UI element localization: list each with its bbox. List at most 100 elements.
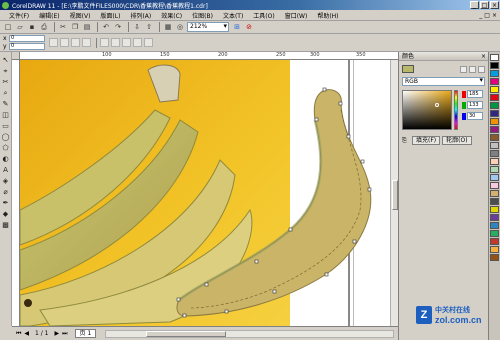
menu-text[interactable]: 文本(T): [218, 11, 248, 20]
open-file-icon[interactable]: ▱: [15, 22, 25, 32]
vertical-ruler[interactable]: [12, 60, 20, 326]
print-icon[interactable]: ⎙: [39, 22, 49, 32]
palette-color-swatch[interactable]: [490, 214, 499, 221]
menu-file[interactable]: 文件(F): [4, 11, 34, 20]
corel-online-icon[interactable]: ◎: [175, 22, 185, 32]
fill-button[interactable]: 填充(F): [412, 136, 441, 145]
palette-color-swatch[interactable]: [490, 222, 499, 229]
interactive-blend-icon[interactable]: ◈: [1, 177, 10, 186]
menu-layout[interactable]: 版面(L): [95, 11, 125, 20]
menu-window[interactable]: 窗口(W): [280, 11, 313, 20]
banana-vector-shape[interactable]: [165, 80, 390, 326]
palette-color-swatch[interactable]: [490, 62, 499, 69]
menu-help[interactable]: 帮助(H): [312, 11, 343, 20]
color-viewer-icon[interactable]: [460, 65, 467, 73]
auto-apply-icon[interactable]: ⎘: [402, 137, 410, 145]
first-page-icon[interactable]: ⏮: [16, 330, 21, 338]
maximize-button[interactable]: □: [480, 1, 489, 9]
palette-color-swatch[interactable]: [490, 126, 499, 133]
horizontal-scrollbar[interactable]: [105, 329, 394, 338]
ellipse-tool-icon[interactable]: ◯: [1, 133, 10, 142]
fill-tool-icon[interactable]: ◆: [1, 210, 10, 219]
previous-page-icon[interactable]: ◀: [24, 330, 29, 337]
freehand-tool-icon[interactable]: ✎: [1, 100, 10, 109]
zoom-tool-icon[interactable]: ⌕: [1, 89, 10, 98]
minimize-button[interactable]: _: [470, 1, 479, 9]
cusp-node-icon[interactable]: [122, 38, 131, 47]
next-page-icon[interactable]: ▶: [55, 330, 60, 337]
palette-color-swatch[interactable]: [490, 174, 499, 181]
palette-color-swatch[interactable]: [490, 230, 499, 237]
interactive-fill-icon[interactable]: ▩: [1, 221, 10, 230]
green-value-input[interactable]: 133: [467, 101, 483, 109]
menu-arrange[interactable]: 排列(A): [125, 11, 156, 20]
palette-color-swatch[interactable]: [490, 182, 499, 189]
shape-tool-icon[interactable]: ⌖: [1, 67, 10, 76]
node-add-icon[interactable]: [49, 38, 58, 47]
palette-color-swatch[interactable]: [490, 166, 499, 173]
to-curve-icon[interactable]: [111, 38, 120, 47]
color-field[interactable]: [402, 90, 452, 130]
eyedropper-tool-icon[interactable]: ⌀: [1, 188, 10, 197]
palette-color-swatch[interactable]: [490, 70, 499, 77]
page-tab[interactable]: 页 1: [74, 329, 97, 338]
menu-tools[interactable]: 工具(O): [248, 11, 279, 20]
hue-slider[interactable]: [454, 90, 458, 130]
snap-to-grid-icon[interactable]: ⊞: [232, 22, 242, 32]
undo-icon[interactable]: ↶: [101, 22, 111, 32]
new-file-icon[interactable]: □: [3, 22, 13, 32]
to-line-icon[interactable]: [100, 38, 109, 47]
export-icon[interactable]: ⇧: [144, 22, 154, 32]
palette-color-swatch[interactable]: [490, 86, 499, 93]
application-launcher-icon[interactable]: ▦: [163, 22, 173, 32]
smooth-node-icon[interactable]: [133, 38, 142, 47]
palette-color-swatch[interactable]: [490, 190, 499, 197]
y-position-input[interactable]: 0: [9, 43, 45, 50]
text-tool-icon[interactable]: A: [1, 166, 10, 175]
palette-color-swatch[interactable]: [490, 54, 499, 61]
import-icon[interactable]: ⇩: [132, 22, 142, 32]
crop-tool-icon[interactable]: ✂: [1, 78, 10, 87]
palette-color-swatch[interactable]: [490, 198, 499, 205]
palette-color-swatch[interactable]: [490, 254, 499, 261]
polygon-tool-icon[interactable]: ⬠: [1, 144, 10, 153]
smart-fill-icon[interactable]: ◫: [1, 111, 10, 120]
node-delete-icon[interactable]: [60, 38, 69, 47]
paste-icon[interactable]: ▤: [82, 22, 92, 32]
palette-color-swatch[interactable]: [490, 158, 499, 165]
x-position-input[interactable]: 0: [9, 35, 45, 42]
palette-color-swatch[interactable]: [490, 238, 499, 245]
palette-color-swatch[interactable]: [490, 102, 499, 109]
stop-icon[interactable]: ⊘: [244, 22, 254, 32]
ruler-origin[interactable]: [12, 52, 20, 60]
palette-color-swatch[interactable]: [490, 94, 499, 101]
outline-tool-icon[interactable]: ✒: [1, 199, 10, 208]
node-break-icon[interactable]: [82, 38, 91, 47]
cut-icon[interactable]: ✂: [58, 22, 68, 32]
color-model-select[interactable]: RGB: [402, 77, 485, 86]
color-palette-icon[interactable]: [478, 65, 485, 73]
palette-color-swatch[interactable]: [490, 246, 499, 253]
menu-effects[interactable]: 效果(C): [156, 11, 187, 20]
menu-bitmaps[interactable]: 位图(B): [187, 11, 218, 20]
close-button[interactable]: ×: [490, 1, 499, 9]
doc-restore-button[interactable]: □: [484, 12, 490, 19]
rectangle-tool-icon[interactable]: ▭: [1, 122, 10, 131]
redo-icon[interactable]: ↷: [113, 22, 123, 32]
outline-button[interactable]: 轮廓(O): [442, 136, 472, 145]
doc-minimize-button[interactable]: _: [479, 12, 482, 19]
docker-close-icon[interactable]: ×: [481, 52, 486, 60]
last-page-icon[interactable]: ⏭: [62, 330, 67, 338]
node-join-icon[interactable]: [71, 38, 80, 47]
palette-color-swatch[interactable]: [490, 150, 499, 157]
doc-close-button[interactable]: ×: [492, 12, 497, 19]
zoom-level-select[interactable]: 212%: [187, 22, 229, 32]
palette-color-swatch[interactable]: [490, 134, 499, 141]
save-icon[interactable]: ▪: [27, 22, 37, 32]
drawing-canvas[interactable]: [20, 60, 390, 326]
menu-view[interactable]: 视图(V): [65, 11, 96, 20]
horizontal-ruler[interactable]: 100 150 200 250 300 350: [12, 52, 398, 60]
palette-color-swatch[interactable]: [490, 206, 499, 213]
vertical-scrollbar[interactable]: [390, 60, 398, 326]
palette-color-swatch[interactable]: [490, 142, 499, 149]
